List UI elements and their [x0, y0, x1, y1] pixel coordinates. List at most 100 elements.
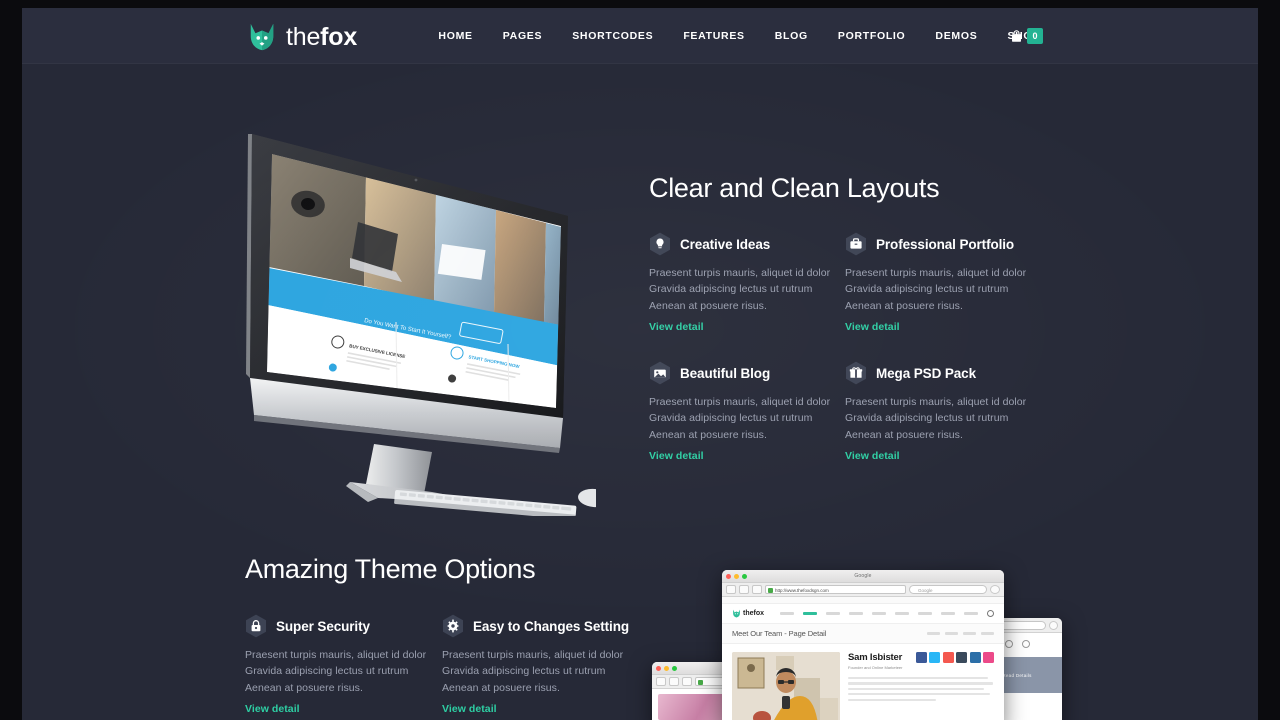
body-line-2: Gravida adipiscing lectus ut rutrum: [649, 283, 813, 296]
logo-the: the: [743, 610, 754, 617]
nav-item[interactable]: [872, 612, 886, 615]
view-detail-link[interactable]: View detail: [442, 703, 497, 715]
site-nav-items-mini: [780, 612, 978, 615]
breadcrumb-item[interactable]: [927, 632, 940, 635]
facebook-icon[interactable]: [915, 652, 927, 663]
nav-item-features[interactable]: FEATURES: [668, 8, 759, 64]
gear-icon: [442, 614, 464, 638]
body-line-2: Gravida adipiscing lectus ut rutrum: [649, 412, 813, 425]
view-detail-link[interactable]: View detail: [845, 321, 900, 333]
breadcrumb-item[interactable]: [945, 632, 958, 635]
browser-titlebar-main: Google: [722, 570, 1004, 583]
site-topbar: [722, 597, 1004, 604]
left-page-hero-image: [658, 694, 730, 720]
section-clear-clean-layouts: Clear and Clean Layouts: [649, 173, 940, 204]
nav-item-home[interactable]: HOME: [423, 8, 487, 64]
nav-item[interactable]: [941, 612, 955, 615]
feature-title: Creative Ideas: [680, 236, 771, 252]
image-icon: [649, 361, 671, 385]
nav-item-shortcodes[interactable]: SHORTCODES: [557, 8, 668, 64]
nav-item[interactable]: [849, 612, 863, 615]
feature-body: Praesent turpis mauris, aliquet id dolor…: [245, 647, 445, 696]
browser-settings-button-right[interactable]: [1049, 620, 1058, 630]
browser-address-field[interactable]: http://www.thefoxdsgn.com: [765, 585, 906, 594]
shopping-bag-icon: [1010, 29, 1023, 43]
feature-title: Easy to Changes Setting: [473, 618, 629, 634]
site-navbar: thefox: [722, 604, 1004, 624]
feature-mega-psd-pack: Mega PSD Pack Praesent turpis mauris, al…: [845, 361, 1045, 464]
social-links: [915, 652, 994, 663]
logo-fox: fox: [753, 610, 765, 617]
site-logo[interactable]: thefox: [247, 22, 357, 52]
body-line-1: Praesent turpis mauris, aliquet id dolor: [845, 396, 1027, 408]
google-plus-icon[interactable]: [942, 652, 954, 663]
browser-page-main: thefox Meet Our Team - Page Detail Sam I…: [722, 597, 1004, 720]
browser-back-button-left[interactable]: [656, 677, 666, 686]
linkedin-icon[interactable]: [969, 652, 981, 663]
nav-item-blog[interactable]: BLOG: [760, 8, 823, 64]
body-line-3: Aenean at posuere risus.: [245, 681, 363, 694]
breadcrumb-item[interactable]: [963, 632, 976, 635]
browser-back-button[interactable]: [726, 585, 736, 594]
browser-mockups-group: Read Details Amazing: [652, 556, 1062, 720]
body-line-2: Gravida adipiscing lectus ut rutrum: [442, 665, 606, 678]
feature-body: Praesent turpis mauris, aliquet id dolor…: [845, 265, 1045, 314]
nav-item[interactable]: [895, 612, 909, 615]
site-header: thefox HOME PAGES SHORTCODES FEATURES BL…: [22, 8, 1258, 64]
browser-search-field[interactable]: Google: [909, 585, 987, 594]
feature-header: Beautiful Blog: [649, 361, 849, 385]
logo-text-fox: fox: [320, 22, 358, 51]
twitter-icon[interactable]: [929, 652, 940, 663]
feature-header: Creative Ideas: [649, 232, 849, 256]
browser-forward-button-left[interactable]: [669, 677, 679, 686]
section-title: Amazing Theme Options: [245, 554, 536, 584]
logo-text: thefox: [286, 22, 358, 51]
feature-title: Mega PSD Pack: [876, 365, 976, 381]
browser-address-field-left[interactable]: [695, 677, 725, 686]
main-navigation: HOME PAGES SHORTCODES FEATURES BLOG PORT…: [423, 8, 1055, 64]
site-logo-mini[interactable]: thefox: [732, 609, 764, 618]
search-icon[interactable]: [1004, 640, 1013, 648]
body-line-3: Aenean at posuere risus.: [649, 428, 767, 441]
body-line-3: Aenean at posuere risus.: [442, 681, 560, 694]
nav-item-portfolio[interactable]: PORTFOLIO: [823, 8, 921, 64]
window-control-dots-main[interactable]: [726, 574, 747, 579]
body-line-1: Praesent turpis mauris, aliquet id dolor: [649, 267, 831, 279]
body-line-3: Aenean at posuere risus.: [845, 428, 963, 441]
section-amazing-theme-options: Amazing Theme Options: [245, 554, 536, 585]
nav-item[interactable]: [826, 612, 840, 615]
browser-add-tab-button-left[interactable]: [682, 677, 692, 686]
nav-item[interactable]: [803, 612, 817, 615]
fox-head-icon: [247, 22, 277, 52]
right-page-band-label: Read Details: [1002, 672, 1032, 678]
page-viewport: thefox HOME PAGES SHORTCODES FEATURES BL…: [22, 8, 1258, 720]
view-detail-link[interactable]: View detail: [845, 450, 900, 462]
browser-settings-button[interactable]: [990, 585, 1000, 594]
nav-item[interactable]: [964, 612, 978, 615]
gift-icon: [845, 361, 867, 385]
view-detail-link[interactable]: View detail: [649, 321, 704, 333]
feature-easy-to-changes-setting: Easy to Changes Setting Praesent turpis …: [442, 614, 662, 717]
dribbble-icon[interactable]: [983, 652, 994, 663]
body-line-3: Aenean at posuere risus.: [845, 299, 963, 312]
feature-beautiful-blog: Beautiful Blog Praesent turpis mauris, a…: [649, 361, 849, 464]
nav-item-demos[interactable]: DEMOS: [920, 8, 992, 64]
browser-add-tab-button[interactable]: [752, 585, 762, 594]
tumblr-icon[interactable]: [956, 652, 967, 663]
window-control-dots-left[interactable]: [656, 666, 677, 671]
search-icon[interactable]: [987, 610, 994, 617]
briefcase-icon: [845, 232, 867, 256]
browser-forward-button[interactable]: [739, 585, 749, 594]
cart-widget[interactable]: 0: [1010, 8, 1043, 64]
gear-icon[interactable]: [1021, 640, 1030, 648]
fox-head-icon: [733, 609, 740, 618]
nav-item[interactable]: [780, 612, 794, 615]
feature-body: Praesent turpis mauris, aliquet id dolor…: [649, 394, 849, 443]
team-member-bio: [848, 677, 994, 701]
nav-item[interactable]: [918, 612, 932, 615]
nav-item-pages[interactable]: PAGES: [488, 8, 557, 64]
view-detail-link[interactable]: View detail: [649, 450, 704, 462]
view-detail-link[interactable]: View detail: [245, 703, 300, 715]
breadcrumb-item[interactable]: [981, 632, 994, 635]
imac-desktop-mockup: Do You Want To Start It Yourself? BUY EX…: [246, 126, 610, 520]
